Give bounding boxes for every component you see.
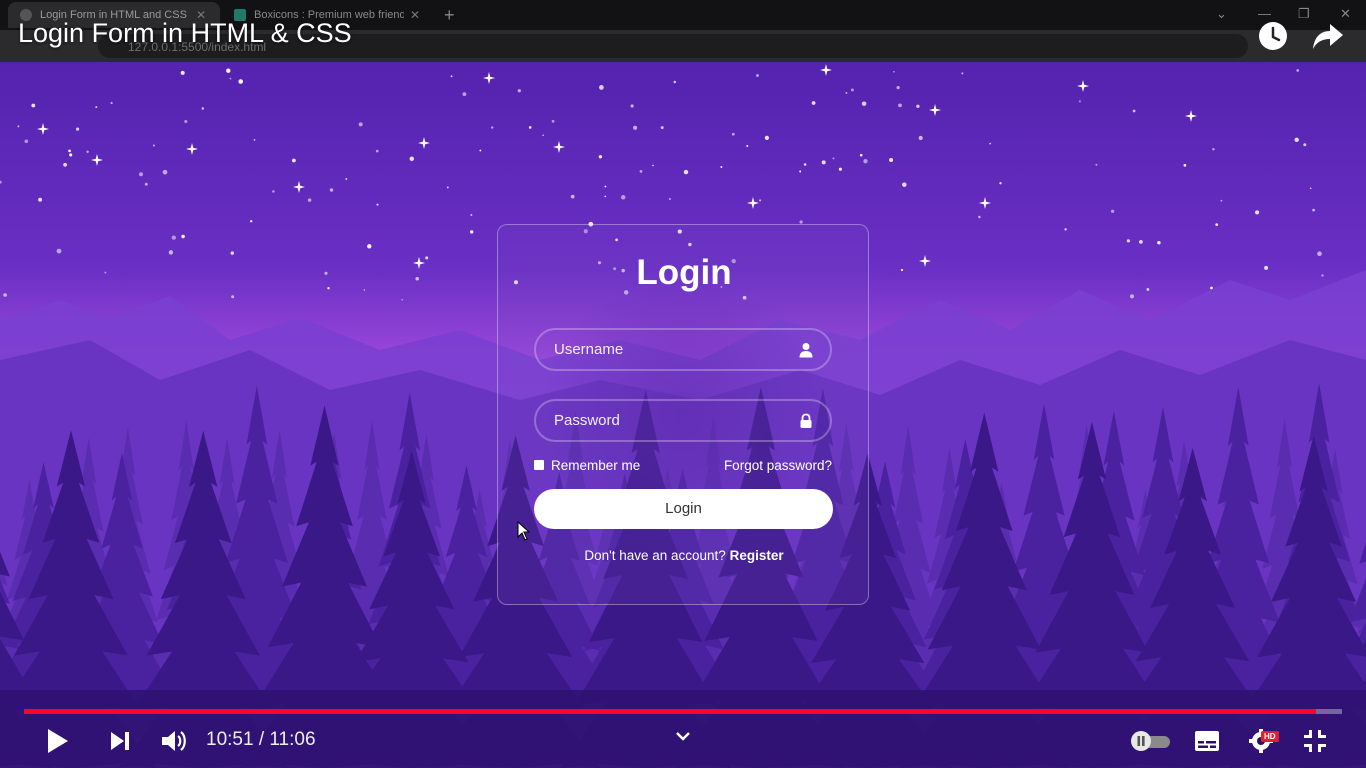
login-button[interactable]: Login: [534, 489, 833, 529]
autoplay-toggle[interactable]: [1128, 730, 1172, 752]
user-icon: [799, 343, 813, 358]
register-prompt: Don't have an account?: [584, 548, 726, 563]
username-input[interactable]: [536, 330, 830, 369]
time-display: 10:51 / 11:06: [206, 729, 316, 750]
username-field[interactable]: [534, 328, 832, 371]
restore-icon[interactable]: ❐: [1298, 6, 1310, 22]
next-icon[interactable]: [108, 729, 132, 753]
close-icon[interactable]: ✕: [410, 8, 420, 22]
register-row: Don't have an account? Register: [498, 548, 870, 563]
watch-later-icon[interactable]: [1255, 18, 1291, 54]
forgot-password-link[interactable]: Forgot password?: [724, 458, 832, 473]
remember-checkbox[interactable]: [534, 460, 544, 470]
subtitles-icon[interactable]: [1194, 730, 1220, 752]
share-icon[interactable]: [1310, 18, 1346, 54]
login-title: Login: [636, 253, 732, 292]
progress-played: [24, 709, 1316, 714]
chevron-down-icon[interactable]: ⌄: [1216, 6, 1227, 22]
play-icon[interactable]: [44, 726, 72, 756]
progress-bar[interactable]: [24, 709, 1342, 714]
exit-fullscreen-icon[interactable]: [1302, 728, 1328, 754]
new-tab-icon[interactable]: +: [444, 5, 455, 26]
chevron-down-icon[interactable]: [674, 730, 692, 744]
mouse-cursor-icon: [517, 521, 531, 541]
video-title[interactable]: Login Form in HTML & CSS: [18, 18, 352, 49]
remember-forgot-row: Remember me Forgot password?: [534, 458, 832, 476]
volume-icon[interactable]: [160, 728, 188, 754]
password-field[interactable]: [534, 399, 832, 442]
register-link[interactable]: Register: [730, 548, 784, 563]
hd-badge: HD: [1261, 731, 1279, 742]
login-card: Login Remember me Forgot password? Login…: [497, 224, 869, 605]
lock-icon: [800, 413, 812, 428]
remember-label[interactable]: Remember me: [551, 458, 640, 473]
password-input[interactable]: [536, 401, 830, 440]
